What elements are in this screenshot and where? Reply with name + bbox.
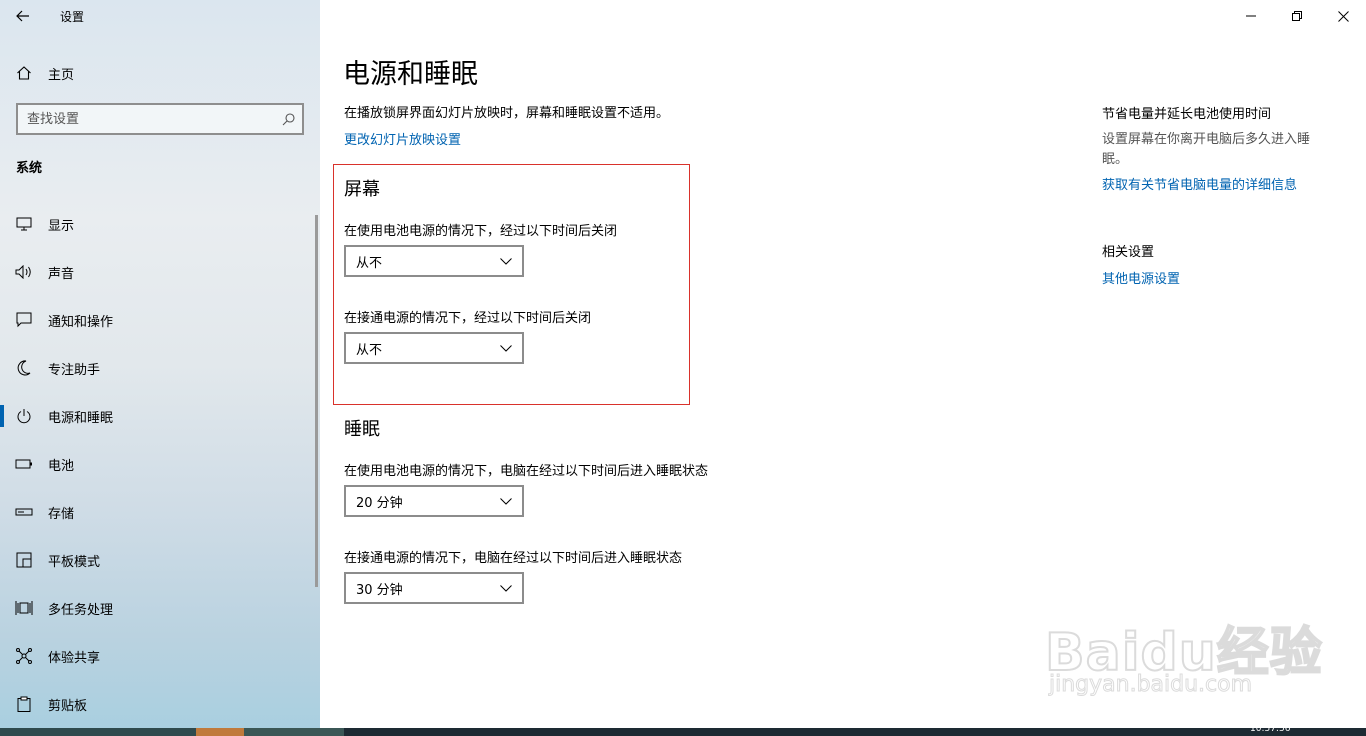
titlebar-left: 设置 — [0, 0, 320, 32]
sidebar-item-label: 电池 — [48, 458, 75, 474]
monitor-icon — [0, 217, 48, 231]
screen-section-title: 屏幕 — [344, 179, 380, 200]
close-icon — [1337, 10, 1349, 22]
sidebar-item-label: 显示 — [48, 218, 75, 234]
taskbar-app-button[interactable] — [196, 728, 244, 736]
related-settings-heading: 相关设置 — [1102, 245, 1155, 260]
home-nav-item[interactable]: 主页 — [0, 56, 320, 90]
notification-icon — [0, 312, 48, 328]
save-power-text: 设置屏幕在你离开电脑后多久进入睡眠。 — [1102, 132, 1311, 167]
close-button[interactable] — [1320, 0, 1366, 32]
sidebar-item-display[interactable]: 显示 — [0, 200, 320, 248]
screen-plugged-label: 在接通电源的情况下，经过以下时间后关闭 — [344, 311, 592, 326]
sidebar-item-label: 平板模式 — [48, 554, 101, 570]
taskbar-clock[interactable]: 10:57:56 — [1250, 724, 1290, 734]
slideshow-settings-link[interactable]: 更改幻灯片放映设置 — [344, 129, 461, 148]
other-power-settings-link[interactable]: 其他电源设置 — [1102, 268, 1180, 287]
dropdown-value: 从不 — [356, 255, 383, 271]
app-title: 设置 — [60, 9, 85, 24]
sidebar-item-label: 电源和睡眠 — [48, 410, 114, 426]
screen-battery-label: 在使用电池电源的情况下，经过以下时间后关闭 — [344, 224, 618, 239]
page-title: 电源和睡眠 — [343, 59, 478, 90]
sidebar-scrollbar[interactable] — [315, 215, 318, 587]
sidebar-item-label: 体验共享 — [48, 650, 101, 666]
sidebar-item-power-sleep[interactable]: 电源和睡眠 — [0, 392, 320, 440]
dropdown-value: 30 分钟 — [356, 582, 403, 598]
sidebar-item-multitasking[interactable]: 多任务处理 — [0, 584, 320, 632]
sidebar-item-storage[interactable]: 存储 — [0, 488, 320, 536]
back-arrow-icon — [16, 10, 29, 22]
minimize-icon — [1246, 15, 1256, 17]
home-label: 主页 — [48, 67, 75, 83]
speaker-icon — [0, 265, 48, 279]
minimize-button[interactable] — [1228, 0, 1274, 32]
taskbar-segment — [244, 728, 344, 736]
chevron-down-icon — [500, 257, 512, 265]
taskbar: 10:57:56 — [0, 724, 1366, 736]
moon-icon — [0, 360, 48, 376]
sidebar-item-label: 多任务处理 — [48, 602, 114, 618]
sidebar-nav: 显示 声音 通知和操作 专注助手 电源和睡眠 电池 存储 平板模式 多任务处理 … — [0, 200, 320, 728]
clipboard-icon — [0, 696, 48, 712]
sidebar-item-label: 专注助手 — [48, 362, 101, 378]
storage-icon — [0, 508, 48, 516]
chevron-down-icon — [500, 344, 512, 352]
chevron-down-icon — [500, 497, 512, 505]
sidebar-item-label: 剪贴板 — [48, 698, 88, 714]
power-icon — [0, 408, 48, 424]
sidebar-item-label: 存储 — [48, 506, 75, 522]
sidebar-item-shared-experiences[interactable]: 体验共享 — [0, 632, 320, 680]
restore-button[interactable] — [1274, 0, 1320, 32]
multitask-icon — [0, 600, 48, 616]
sleep-battery-label: 在使用电池电源的情况下，电脑在经过以下时间后进入睡眠状态 — [344, 464, 709, 479]
sidebar: 设置 主页 系统 显示 声音 通知和操作 专注助手 — [0, 0, 320, 728]
slideshow-note: 在播放锁屏界面幻灯片放映时，屏幕和睡眠设置不适用。 — [344, 106, 670, 121]
save-power-heading: 节省电量并延长电池使用时间 — [1102, 107, 1272, 122]
screen-plugged-dropdown[interactable]: 从不 — [344, 332, 524, 364]
screen-battery-dropdown[interactable]: 从不 — [344, 245, 524, 277]
share-icon — [0, 648, 48, 664]
search-input[interactable] — [27, 106, 274, 132]
restore-icon — [1292, 11, 1302, 21]
sleep-plugged-label: 在接通电源的情况下，电脑在经过以下时间后进入睡眠状态 — [344, 551, 683, 566]
sidebar-item-label: 通知和操作 — [48, 314, 114, 330]
back-button[interactable] — [0, 0, 46, 32]
save-power-info-link[interactable]: 获取有关节省电脑电量的详细信息 — [1102, 174, 1297, 193]
sleep-plugged-dropdown[interactable]: 30 分钟 — [344, 572, 524, 604]
dropdown-value: 从不 — [356, 342, 383, 358]
sleep-section-title: 睡眠 — [344, 419, 380, 440]
dropdown-value: 20 分钟 — [356, 495, 403, 511]
sleep-battery-dropdown[interactable]: 20 分钟 — [344, 485, 524, 517]
tablet-icon — [0, 552, 48, 568]
search-icon[interactable] — [274, 112, 302, 126]
sidebar-item-sound[interactable]: 声音 — [0, 248, 320, 296]
battery-icon — [0, 459, 48, 469]
sidebar-item-clipboard[interactable]: 剪贴板 — [0, 680, 320, 728]
sidebar-item-battery[interactable]: 电池 — [0, 440, 320, 488]
home-icon — [0, 65, 48, 81]
taskbar-segment — [0, 728, 196, 736]
sidebar-item-label: 声音 — [48, 266, 75, 282]
baidu-watermark: Baidu经验 jingyan.baidu.com — [1044, 590, 1323, 705]
section-title: 系统 — [16, 161, 43, 176]
watermark-url: jingyan.baidu.com — [1048, 672, 1253, 698]
screen-highlight-box — [333, 164, 690, 405]
sidebar-item-tablet-mode[interactable]: 平板模式 — [0, 536, 320, 584]
window-controls — [1228, 0, 1366, 32]
sidebar-item-notifications[interactable]: 通知和操作 — [0, 296, 320, 344]
chevron-down-icon — [500, 584, 512, 592]
search-box[interactable] — [16, 103, 304, 135]
sidebar-item-focus-assist[interactable]: 专注助手 — [0, 344, 320, 392]
